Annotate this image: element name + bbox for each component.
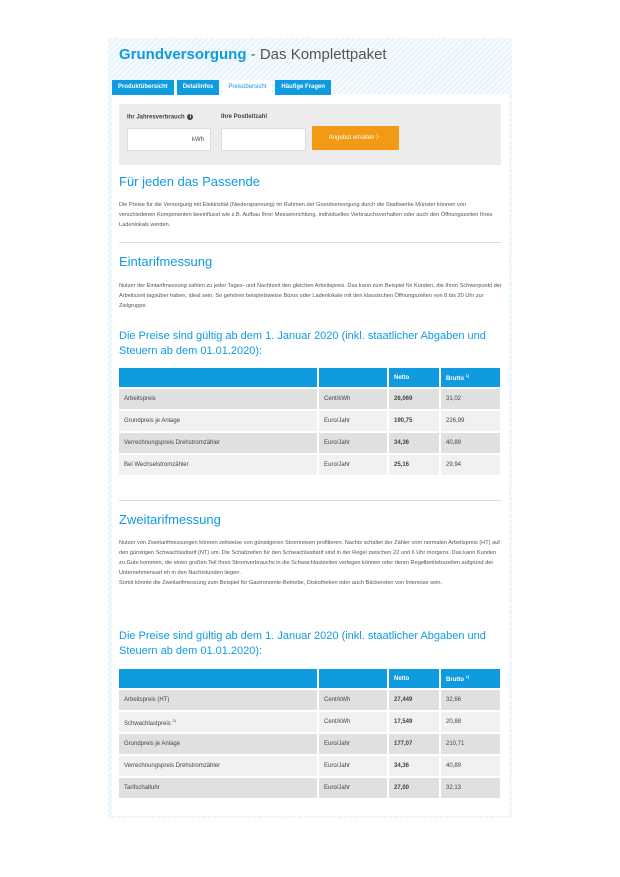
offer-calculator: Ihr Jahresverbrauch i Ihre Postleitzahl …: [119, 104, 501, 165]
table-row: Arbeitspreis Cent/kWh 26,069 31,02: [119, 388, 502, 411]
title-rest: - Das Komplettpaket: [246, 46, 387, 63]
footnote-marker: 1): [465, 674, 470, 679]
title-brand: Grundversorgung: [119, 46, 247, 63]
row-name: Verrechnungspreis Drehstromzähler: [119, 755, 319, 778]
row-name: Grundpreis je Anlage: [119, 410, 319, 433]
column-header-netto: Netto: [388, 669, 441, 690]
eintarif-price-table: Netto Brutto 1) Arbeitspreis Cent/kWh 26…: [119, 368, 502, 477]
info-icon[interactable]: i: [187, 114, 194, 120]
zweitarif-price-table: Netto Brutto 1) Arbeitspreis (HT) Cent/k…: [119, 669, 502, 800]
kwh-unit: kWh: [192, 137, 204, 143]
postal-code-input[interactable]: [221, 128, 306, 151]
footnote-marker: 2): [172, 717, 176, 723]
row-unit: Euro/Jahr: [318, 733, 389, 756]
row-unit: Cent/kWh: [318, 689, 389, 712]
row-unit: Cent/kWh: [318, 711, 389, 734]
row-net: 34,36: [388, 432, 441, 455]
row-gross: 32,13: [440, 777, 502, 800]
table-row: Verrechnungspreis Drehstromzähler Euro/J…: [119, 755, 502, 778]
row-name: Tarifschaltuhr: [119, 777, 319, 800]
column-header-brutto: Brutto 1): [440, 669, 502, 690]
column-header-netto: Netto: [388, 368, 441, 389]
table-row: Verrechnungspreis Drehstromzähler Euro/J…: [119, 432, 502, 455]
row-name: Grundpreis je Anlage: [119, 733, 319, 756]
row-unit: Cent/kWh: [318, 388, 389, 411]
chevron-right-icon: 〉: [376, 135, 383, 141]
row-gross: 226,99: [440, 410, 502, 433]
divider: [119, 500, 501, 501]
row-name: Verrechnungspreis Drehstromzähler: [119, 432, 319, 455]
column-header-brutto: Brutto 1): [440, 368, 502, 389]
row-net: 34,36: [388, 755, 441, 778]
column-header: [318, 669, 389, 690]
table-row: Grundpreis je Anlage Euro/Jahr 177,07 21…: [119, 733, 502, 756]
row-name: Schwachlastpreis 2): [119, 711, 319, 734]
intro-text: Die Preise für die Versorgung mit Elektr…: [119, 202, 493, 228]
tab-preisuebersicht[interactable]: Preisübersicht: [222, 80, 273, 95]
row-unit: Euro/Jahr: [318, 454, 389, 477]
row-gross: 210,71: [440, 733, 502, 756]
table-row: Grundpreis je Anlage Euro/Jahr 190,75 22…: [119, 410, 502, 433]
eintarif-text: Nutzer der Eintarifmessung zahlen zu jed…: [119, 283, 502, 309]
row-name: Arbeitspreis (HT): [119, 689, 319, 712]
tab-bar: Produktübersicht Detailinfos Preisübersi…: [112, 80, 332, 95]
page-title: Grundversorgung - Das Komplettpaket: [119, 46, 387, 63]
row-gross: 29,94: [440, 454, 502, 477]
row-net: 190,75: [388, 410, 441, 433]
table-row: Tarifschaltuhr Euro/Jahr 27,00 32,13: [119, 777, 502, 800]
column-header: [318, 368, 389, 389]
row-name: Arbeitspreis: [119, 388, 319, 411]
row-name: Bei Wechselstromzähler: [119, 454, 319, 477]
row-gross: 32,66: [440, 689, 502, 712]
footnote-marker: 1): [465, 373, 470, 378]
table-header-row: Netto Brutto 1): [119, 669, 502, 690]
row-unit: Euro/Jahr: [318, 432, 389, 455]
postal-code-label: Ihre Postleitzahl: [221, 114, 268, 120]
row-net: 25,16: [388, 454, 441, 477]
row-net: 17,549: [388, 711, 441, 734]
eintarif-heading: Eintarifmessung: [119, 254, 213, 269]
row-unit: Euro/Jahr: [318, 755, 389, 778]
row-net: 26,069: [388, 388, 441, 411]
consumption-input[interactable]: kWh: [127, 128, 211, 151]
zweitarif-heading: Zweitarifmessung: [119, 512, 221, 527]
column-header: [119, 669, 319, 690]
zweitarif-text: Nutzer von Zweitarifmessungen können zei…: [119, 540, 500, 586]
table-row: Arbeitspreis (HT) Cent/kWh 27,449 32,66: [119, 689, 502, 712]
column-header: [119, 368, 319, 389]
intro-heading: Für jeden das Passende: [119, 174, 260, 189]
table-row: Schwachlastpreis 2) Cent/kWh 17,549 20,8…: [119, 711, 502, 734]
row-gross: 40,89: [440, 755, 502, 778]
divider: [119, 242, 501, 243]
row-gross: 40,89: [440, 432, 502, 455]
tab-haeufige-fragen[interactable]: Häufige Fragen: [275, 80, 332, 95]
row-net: 27,449: [388, 689, 441, 712]
eintarif-price-heading: Die Preise sind gültig ab dem 1. Januar …: [119, 330, 486, 357]
tab-detailinfos[interactable]: Detailinfos: [176, 80, 220, 95]
row-unit: Euro/Jahr: [318, 410, 389, 433]
tab-produktuebersicht[interactable]: Produktübersicht: [112, 80, 174, 95]
table-row: Bei Wechselstromzähler Euro/Jahr 25,16 2…: [119, 454, 502, 477]
table-header-row: Netto Brutto 1): [119, 368, 502, 389]
consumption-label: Ihr Jahresverbrauch i: [127, 114, 194, 121]
row-gross: 20,88: [440, 711, 502, 734]
row-gross: 31,02: [440, 388, 502, 411]
row-net: 177,07: [388, 733, 441, 756]
zweitarif-price-heading: Die Preise sind gültig ab dem 1. Januar …: [119, 630, 486, 657]
row-net: 27,00: [388, 777, 441, 800]
row-unit: Euro/Jahr: [318, 777, 389, 800]
offer-button[interactable]: Angebot erhalten 〉: [312, 126, 399, 150]
